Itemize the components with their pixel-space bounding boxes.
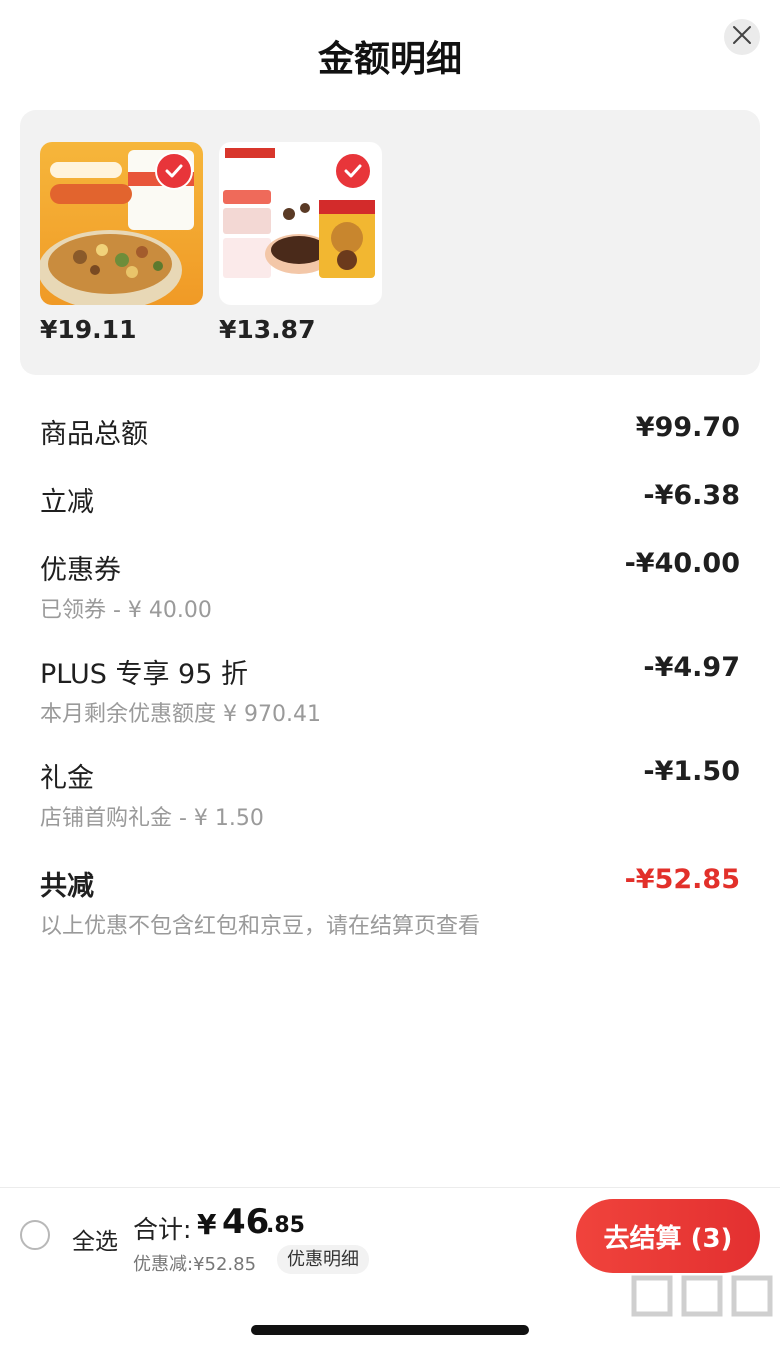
- row-label: 共减: [40, 871, 94, 902]
- select-all-radio[interactable]: [20, 1220, 50, 1250]
- product-price: ¥13.87: [219, 315, 316, 344]
- product-card[interactable]: ¥13.87: [219, 142, 382, 344]
- sum-integer: 46: [222, 1202, 270, 1242]
- row-label: 礼金: [40, 763, 94, 794]
- row-amount: -¥40.00: [624, 548, 740, 579]
- row-label: 商品总额: [40, 419, 148, 450]
- product-image: [219, 142, 382, 305]
- row-sub-text: 本月剩余优惠额度 ¥ 970.41: [40, 702, 321, 727]
- row-amount: ¥99.70: [635, 412, 740, 443]
- sheet-header: 金额明细: [0, 0, 780, 110]
- row-sub-text: 已领券 - ¥ 40.00: [40, 598, 212, 623]
- close-button[interactable]: [724, 19, 760, 55]
- sheet-title: 金额明细: [317, 39, 462, 80]
- row-sub-text: 店铺首购礼金 - ¥ 1.50: [40, 806, 264, 831]
- amount-detail-sheet: 金额明细 ¥19.11 ¥13.87 商品总额 ¥99.70 立减 -¥6.38…: [0, 0, 780, 1351]
- selected-check-icon[interactable]: [155, 152, 193, 190]
- select-all-label[interactable]: 全选: [72, 1222, 118, 1256]
- selected-check-icon[interactable]: [334, 152, 372, 190]
- product-card[interactable]: ¥19.11: [40, 142, 203, 344]
- checkout-button[interactable]: 去结算 (3): [576, 1199, 760, 1273]
- row-amount: -¥1.50: [643, 756, 740, 787]
- product-price: ¥19.11: [40, 315, 137, 344]
- sum-currency: ¥: [197, 1208, 217, 1241]
- watermark: [628, 1272, 778, 1342]
- sum-decimal: .85: [266, 1213, 305, 1238]
- row-label: PLUS 专享 95 折: [40, 659, 248, 690]
- saved-amount-text: 优惠减:¥52.85: [133, 1254, 257, 1275]
- row-amount: -¥6.38: [643, 480, 740, 511]
- row-label: 立减: [40, 487, 94, 518]
- row-label: 优惠券: [40, 555, 121, 586]
- discount-note: 以上优惠不包含红包和京豆，请在结算页查看: [40, 914, 481, 939]
- product-image: [40, 142, 203, 305]
- discount-detail-link[interactable]: 优惠明细: [277, 1245, 369, 1274]
- home-indicator: [251, 1325, 529, 1335]
- sum-label: 合计:: [133, 1215, 192, 1244]
- total-discount-amount: -¥52.85: [624, 864, 740, 895]
- selected-products-panel: ¥19.11 ¥13.87: [20, 110, 760, 375]
- close-icon: [732, 25, 752, 49]
- row-amount: -¥4.97: [643, 652, 740, 683]
- checkout-bar: 全选 合计: ¥ 46 .85 优惠减:¥52.85 优惠明细 去结算 (3): [0, 1187, 780, 1283]
